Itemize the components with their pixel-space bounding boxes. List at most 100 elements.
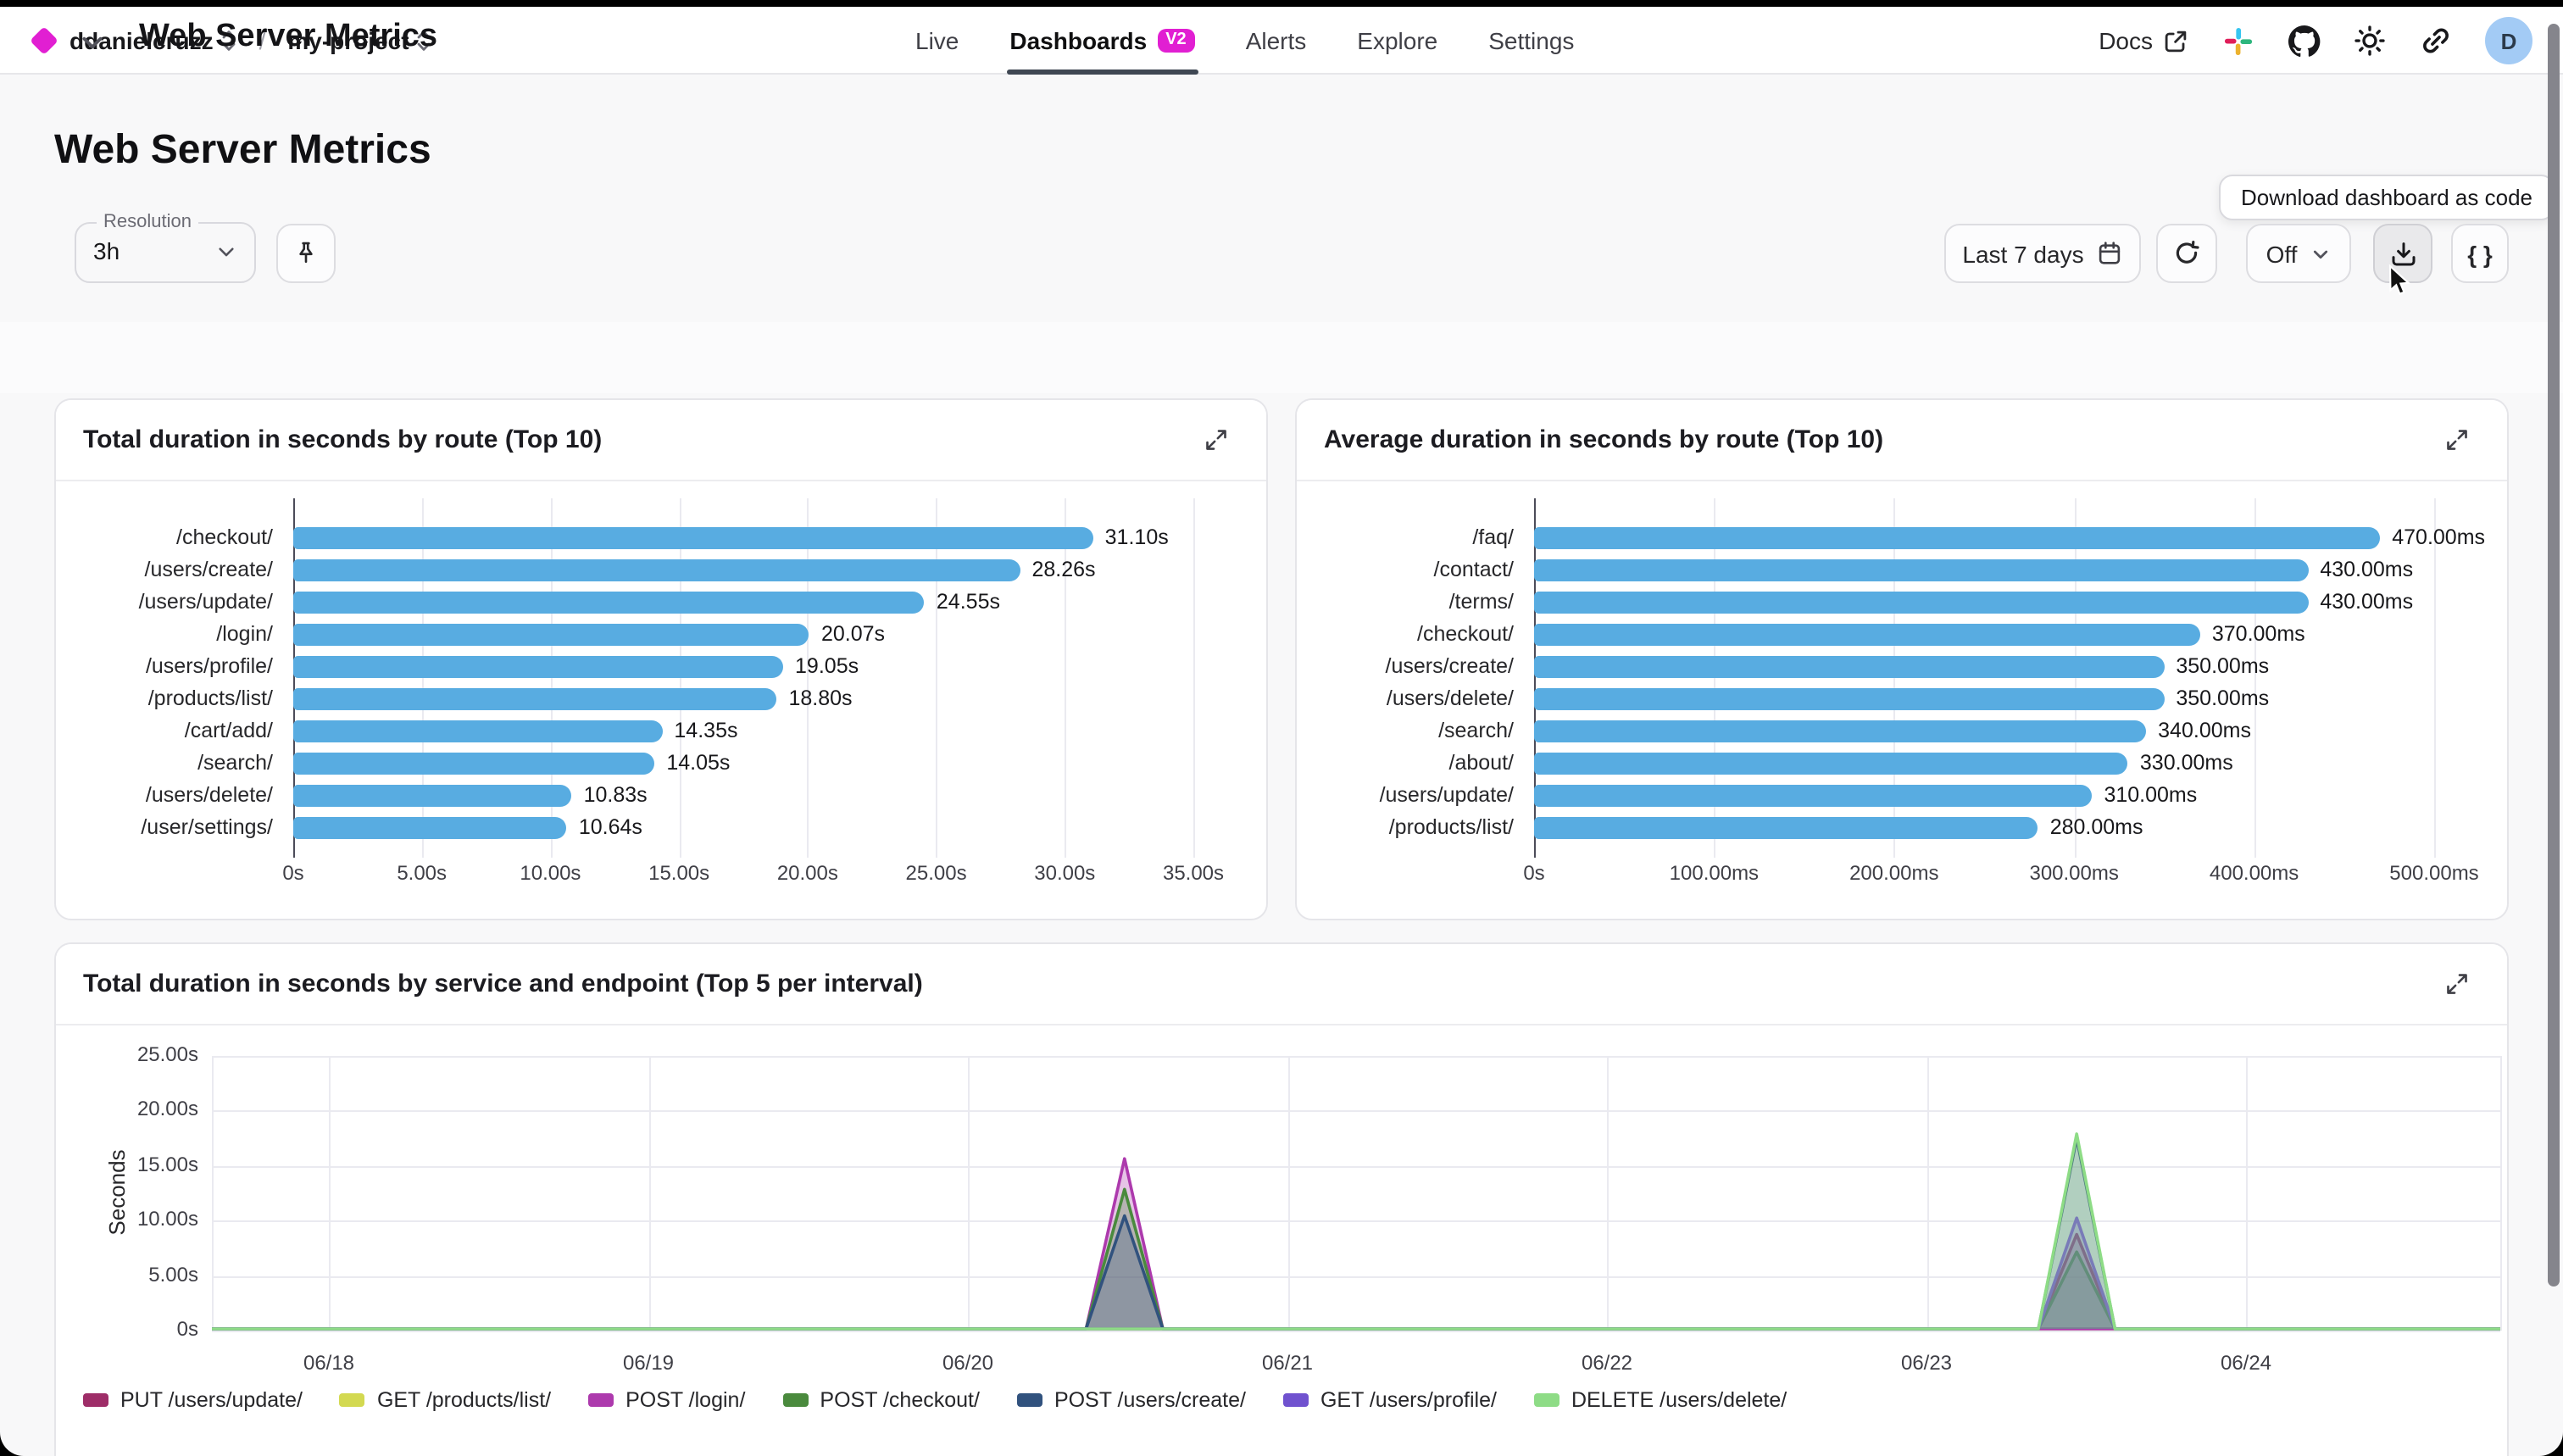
slack-icon[interactable] <box>2221 24 2254 58</box>
category-label: /search/ <box>56 747 273 780</box>
x-tick-label: 06/21 <box>1228 1351 1347 1375</box>
expand-icon <box>1203 427 1228 453</box>
legend-item[interactable]: GET /products/list/ <box>340 1388 551 1412</box>
bar[interactable] <box>293 559 1020 581</box>
bar[interactable] <box>1534 785 2092 807</box>
area-series-fill <box>212 1235 2500 1329</box>
github-icon[interactable] <box>2287 24 2321 58</box>
value-label: 20.07s <box>821 620 885 649</box>
area-series-line[interactable] <box>212 1159 2500 1329</box>
tab-alerts[interactable]: Alerts <box>1246 7 1307 75</box>
legend-label: GET /users/profile/ <box>1320 1388 1497 1412</box>
share-link-icon[interactable] <box>2419 24 2453 58</box>
bar[interactable] <box>293 720 662 742</box>
panel-title: Total duration in seconds by service and… <box>83 970 923 998</box>
bar[interactable] <box>293 688 776 710</box>
legend-label: POST /users/create/ <box>1054 1388 1246 1412</box>
chevron-down-icon <box>2310 243 2331 264</box>
legend-item[interactable]: DELETE /users/delete/ <box>1534 1388 1787 1412</box>
bar[interactable] <box>293 592 925 614</box>
value-label: 18.80s <box>788 685 852 714</box>
legend-swatch <box>588 1393 614 1407</box>
value-label: 340.00ms <box>2158 717 2251 746</box>
x-tick-label: 06/23 <box>1867 1351 1986 1375</box>
tab-label: Settings <box>1488 27 1574 54</box>
docs-link[interactable]: Docs <box>2099 27 2188 54</box>
user-avatar[interactable]: D <box>2485 17 2532 64</box>
bar[interactable] <box>1534 559 2308 581</box>
legend-swatch <box>782 1393 808 1407</box>
bar[interactable] <box>293 785 572 807</box>
legend-swatch <box>83 1393 108 1407</box>
expand-panel-button[interactable] <box>2432 416 2480 464</box>
x-tick-label: 300.00ms <box>2015 861 2133 885</box>
chain-glyph <box>2421 25 2451 56</box>
bar[interactable] <box>293 624 809 646</box>
x-tick-label: 400.00ms <box>2195 861 2314 885</box>
time-range-button[interactable]: Last 7 days <box>1944 224 2141 283</box>
tab-settings[interactable]: Settings <box>1488 7 1574 75</box>
value-label: 19.05s <box>795 653 859 681</box>
braces-label: { } <box>2467 240 2493 267</box>
bar[interactable] <box>1534 753 2128 775</box>
bar[interactable] <box>293 656 783 678</box>
bar[interactable] <box>1534 624 2200 646</box>
resolution-select[interactable]: Resolution 3h <box>75 212 256 283</box>
category-label: /user/settings/ <box>56 812 273 844</box>
bar[interactable] <box>1534 817 2038 839</box>
bar[interactable] <box>1534 688 2164 710</box>
expand-panel-button[interactable] <box>2432 960 2480 1008</box>
tab-live[interactable]: Live <box>915 7 959 75</box>
x-tick-label: 06/20 <box>909 1351 1027 1375</box>
area-series-line[interactable] <box>212 1218 2500 1329</box>
bar[interactable] <box>293 527 1093 549</box>
bar[interactable] <box>1534 656 2164 678</box>
refresh-button[interactable] <box>2156 224 2217 283</box>
brand-logo-icon[interactable] <box>30 26 58 55</box>
grid-line <box>679 498 681 858</box>
dashboard-as-code-button[interactable]: { } <box>2451 224 2509 283</box>
area-series-line[interactable] <box>212 1189 2500 1329</box>
bar[interactable] <box>293 753 654 775</box>
theme-toggle-icon[interactable] <box>2353 24 2387 58</box>
section-collapse-icon[interactable] <box>78 22 107 63</box>
scrollbar-thumb[interactable] <box>2548 24 2560 1287</box>
bar[interactable] <box>1534 527 2380 549</box>
x-tick-label: 06/18 <box>270 1351 388 1375</box>
value-label: 370.00ms <box>2212 620 2305 649</box>
x-tick-label: 0s <box>234 861 353 885</box>
value-label: 280.00ms <box>2050 814 2143 842</box>
panel-header: Total duration in seconds by service and… <box>56 944 2507 1025</box>
plot-edge-line <box>2500 1056 2502 1331</box>
value-label: 310.00ms <box>2104 781 2197 810</box>
resolution-value: 3h <box>93 237 120 264</box>
bar[interactable] <box>293 817 567 839</box>
category-label: /users/create/ <box>56 554 273 586</box>
area-series-line[interactable] <box>212 1235 2500 1329</box>
x-tick-label: 25.00s <box>877 861 996 885</box>
auto-refresh-select[interactable]: Off <box>2246 224 2351 283</box>
x-tick-label: 06/19 <box>589 1351 708 1375</box>
y-tick-label: 5.00s <box>80 1262 198 1286</box>
area-series-line[interactable] <box>212 1134 2500 1329</box>
download-tooltip: Download dashboard as code <box>2219 175 2555 220</box>
legend-item[interactable]: GET /users/profile/ <box>1283 1388 1497 1412</box>
grid-line <box>1065 498 1066 858</box>
area-series-line[interactable] <box>212 1138 2500 1329</box>
legend-item[interactable]: POST /users/create/ <box>1017 1388 1246 1412</box>
page-title: Web Server Metrics <box>54 127 431 175</box>
pin-resolution-button[interactable] <box>276 224 336 283</box>
refresh-icon <box>2173 240 2200 267</box>
legend-item[interactable]: POST /checkout/ <box>782 1388 980 1412</box>
legend-item[interactable]: PUT /users/update/ <box>83 1388 303 1412</box>
bar[interactable] <box>1534 592 2308 614</box>
tab-dashboards[interactable]: Dashboards V2 <box>1009 7 1194 75</box>
tab-explore[interactable]: Explore <box>1357 7 1437 75</box>
y-axis-title: Seconds <box>104 1125 130 1260</box>
bar[interactable] <box>1534 720 2146 742</box>
external-link-icon <box>2163 28 2188 53</box>
expand-panel-button[interactable] <box>1192 416 1239 464</box>
y-tick-label: 15.00s <box>80 1153 198 1176</box>
legend-item[interactable]: POST /login/ <box>588 1388 745 1412</box>
legend-swatch <box>1534 1393 1559 1407</box>
